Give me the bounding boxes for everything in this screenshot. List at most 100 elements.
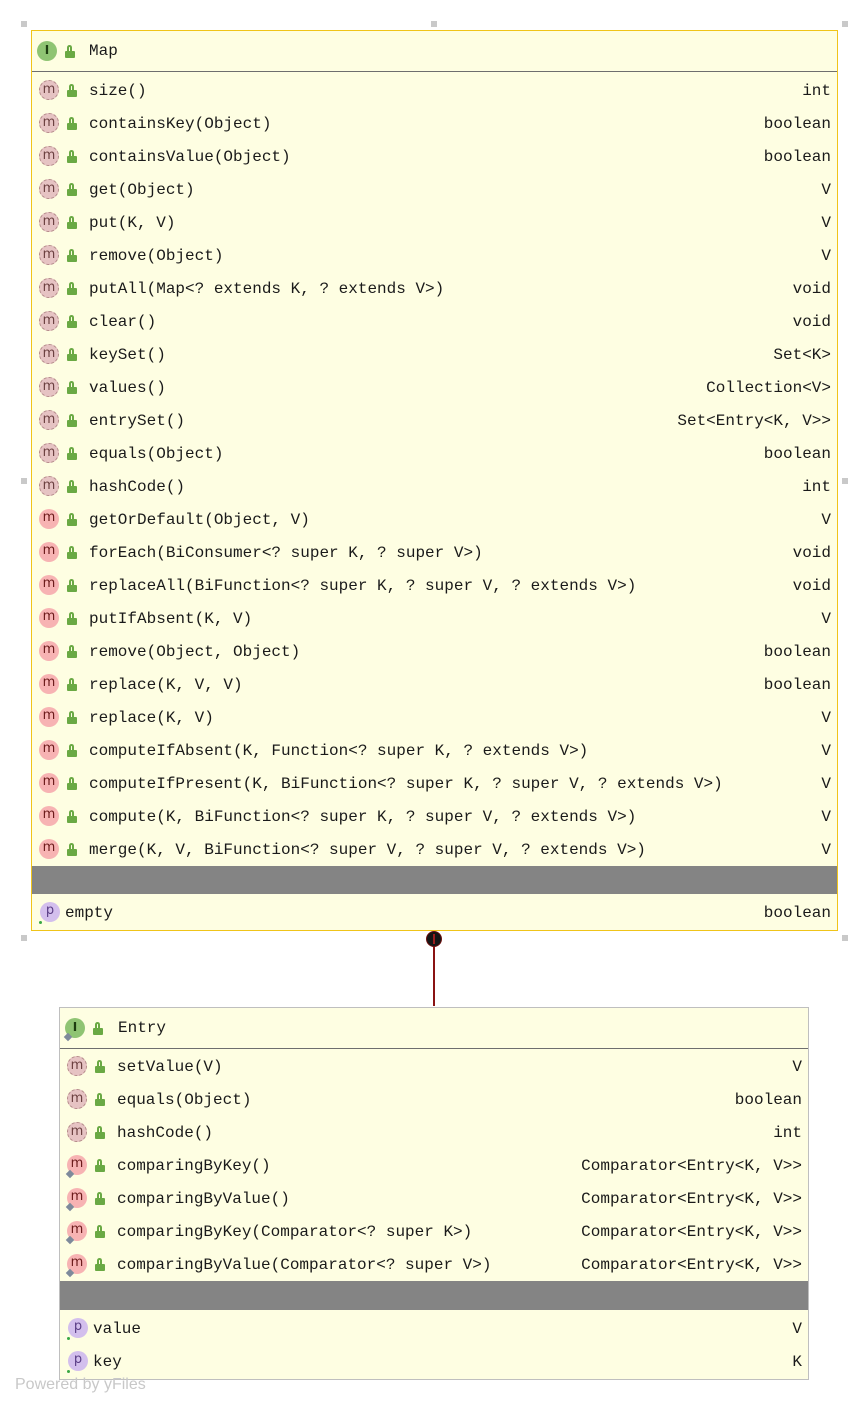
- method-row[interactable]: m computeIfPresent(K, BiFunction<? super …: [32, 767, 837, 800]
- method-row[interactable]: m remove(Object) V: [32, 239, 837, 272]
- public-lock-icon: [95, 1159, 105, 1172]
- access-dot-icon: [39, 921, 42, 924]
- entry-interface-node[interactable]: I Entry m setValue(V) Vm equals(Object) bool…: [59, 1007, 809, 1380]
- method-icon: m: [39, 146, 59, 166]
- method-row[interactable]: m forEach(BiConsumer<? super K, ? super V…: [32, 536, 837, 569]
- return-type: int: [773, 1124, 802, 1142]
- public-lock-icon: [67, 447, 77, 460]
- method-signature: replace(K, V, V): [89, 676, 243, 694]
- method-icon: m: [39, 476, 59, 496]
- method-row[interactable]: m comparingByKey() Comparator<Entry<K, V>>: [60, 1149, 808, 1182]
- method-row[interactable]: m comparingByValue() Comparator<Entry<K, V…: [60, 1182, 808, 1215]
- public-lock-icon: [95, 1093, 105, 1106]
- method-signature: hashCode(): [117, 1124, 214, 1142]
- method-row[interactable]: m comparingByValue(Comparator<? super V>)…: [60, 1248, 808, 1281]
- method-icon: m: [39, 542, 59, 562]
- method-row[interactable]: m remove(Object, Object) boolean: [32, 635, 837, 668]
- method-signature: comparingByValue(Comparator<? super V>): [117, 1256, 492, 1274]
- method-signature: setValue(V): [117, 1058, 223, 1076]
- method-row[interactable]: m entrySet() Set<Entry<K, V>>: [32, 404, 837, 437]
- method-icon: m: [39, 509, 59, 529]
- method-row[interactable]: m replaceAll(BiFunction<? super K, ? supe…: [32, 569, 837, 602]
- method-signature: containsValue(Object): [89, 148, 291, 166]
- method-row[interactable]: m hashCode() int: [60, 1116, 808, 1149]
- method-row[interactable]: m replace(K, V) V: [32, 701, 837, 734]
- property-name: key: [93, 1353, 122, 1371]
- method-row[interactable]: m containsValue(Object) boolean: [32, 140, 837, 173]
- public-lock-icon: [95, 1192, 105, 1205]
- method-row[interactable]: m merge(K, V, BiFunction<? super V, ? sup…: [32, 833, 837, 866]
- method-row[interactable]: m equals(Object) boolean: [60, 1083, 808, 1116]
- return-type: void: [792, 544, 831, 562]
- method-icon: m: [39, 344, 59, 364]
- return-type: V: [821, 214, 831, 232]
- resize-handle-middle-left[interactable]: [21, 478, 27, 484]
- public-lock-icon: [67, 348, 77, 361]
- method-row[interactable]: m equals(Object) boolean: [32, 437, 837, 470]
- return-type: Set<K>: [773, 346, 831, 364]
- method-signature: remove(Object, Object): [89, 643, 301, 661]
- return-type: Collection<V>: [706, 379, 831, 397]
- method-row[interactable]: m hashCode() int: [32, 470, 837, 503]
- method-signature: size(): [89, 82, 147, 100]
- return-type: void: [792, 280, 831, 298]
- resize-handle-middle-right[interactable]: [842, 478, 848, 484]
- return-type: Comparator<Entry<K, V>>: [581, 1157, 802, 1175]
- public-lock-icon: [67, 645, 77, 658]
- resize-handle-top-left[interactable]: [21, 21, 27, 27]
- resize-handle-bottom-right[interactable]: [842, 935, 848, 941]
- public-lock-icon: [95, 1225, 105, 1238]
- method-row[interactable]: m compute(K, BiFunction<? super K, ? supe…: [32, 800, 837, 833]
- method-row[interactable]: m containsKey(Object) boolean: [32, 107, 837, 140]
- property-row[interactable]: p empty boolean: [32, 896, 837, 929]
- return-type: int: [802, 82, 831, 100]
- method-row[interactable]: m setValue(V) V: [60, 1050, 808, 1083]
- method-row[interactable]: m computeIfAbsent(K, Function<? super K, …: [32, 734, 837, 767]
- public-lock-icon: [67, 183, 77, 196]
- public-lock-icon: [67, 777, 77, 790]
- entry-header: I Entry: [60, 1008, 808, 1049]
- method-signature: comparingByValue(): [117, 1190, 290, 1208]
- method-row[interactable]: m size() int: [32, 74, 837, 107]
- method-row[interactable]: m putIfAbsent(K, V) V: [32, 602, 837, 635]
- return-type: Set<Entry<K, V>>: [677, 412, 831, 430]
- public-lock-icon: [95, 1126, 105, 1139]
- property-row[interactable]: p key K: [60, 1345, 808, 1378]
- method-row[interactable]: m putAll(Map<? extends K, ? extends V>) vo…: [32, 272, 837, 305]
- method-signature: computeIfPresent(K, BiFunction<? super K…: [89, 775, 723, 793]
- public-lock-icon: [67, 546, 77, 559]
- property-row[interactable]: p value V: [60, 1312, 808, 1345]
- method-signature: merge(K, V, BiFunction<? super V, ? supe…: [89, 841, 646, 859]
- public-lock-icon: [67, 117, 77, 130]
- method-row[interactable]: m getOrDefault(Object, V) V: [32, 503, 837, 536]
- method-row[interactable]: m clear() void: [32, 305, 837, 338]
- property-name: value: [93, 1320, 142, 1338]
- method-signature: put(K, V): [89, 214, 176, 232]
- nesting-anchor-icon: [426, 931, 442, 947]
- return-type: V: [821, 181, 831, 199]
- method-signature: forEach(BiConsumer<? super K, ? super V>…: [89, 544, 483, 562]
- method-icon: m: [39, 245, 59, 265]
- method-icon: m: [39, 839, 59, 859]
- property-type: K: [792, 1353, 802, 1371]
- method-row[interactable]: m comparingByKey(Comparator<? super K>) Co…: [60, 1215, 808, 1248]
- return-type: Comparator<Entry<K, V>>: [581, 1256, 802, 1274]
- method-signature: hashCode(): [89, 478, 186, 496]
- method-signature: comparingByKey(Comparator<? super K>): [117, 1223, 473, 1241]
- method-row[interactable]: m put(K, V) V: [32, 206, 837, 239]
- method-row[interactable]: m get(Object) V: [32, 173, 837, 206]
- public-lock-icon: [95, 1060, 105, 1073]
- method-row[interactable]: m values() Collection<V>: [32, 371, 837, 404]
- resize-handle-top-center[interactable]: [431, 21, 437, 27]
- method-signature: compute(K, BiFunction<? super K, ? super…: [89, 808, 637, 826]
- public-lock-icon: [67, 414, 77, 427]
- entry-section-separator: [60, 1281, 808, 1310]
- resize-handle-bottom-left[interactable]: [21, 935, 27, 941]
- method-signature: putAll(Map<? extends K, ? extends V>): [89, 280, 445, 298]
- method-row[interactable]: m keySet() Set<K>: [32, 338, 837, 371]
- method-row[interactable]: m replace(K, V, V) boolean: [32, 668, 837, 701]
- public-lock-icon: [67, 480, 77, 493]
- public-lock-icon: [67, 579, 77, 592]
- map-interface-node[interactable]: I Map m size() int m containsKey(Object) bool…: [31, 30, 838, 931]
- resize-handle-top-right[interactable]: [842, 21, 848, 27]
